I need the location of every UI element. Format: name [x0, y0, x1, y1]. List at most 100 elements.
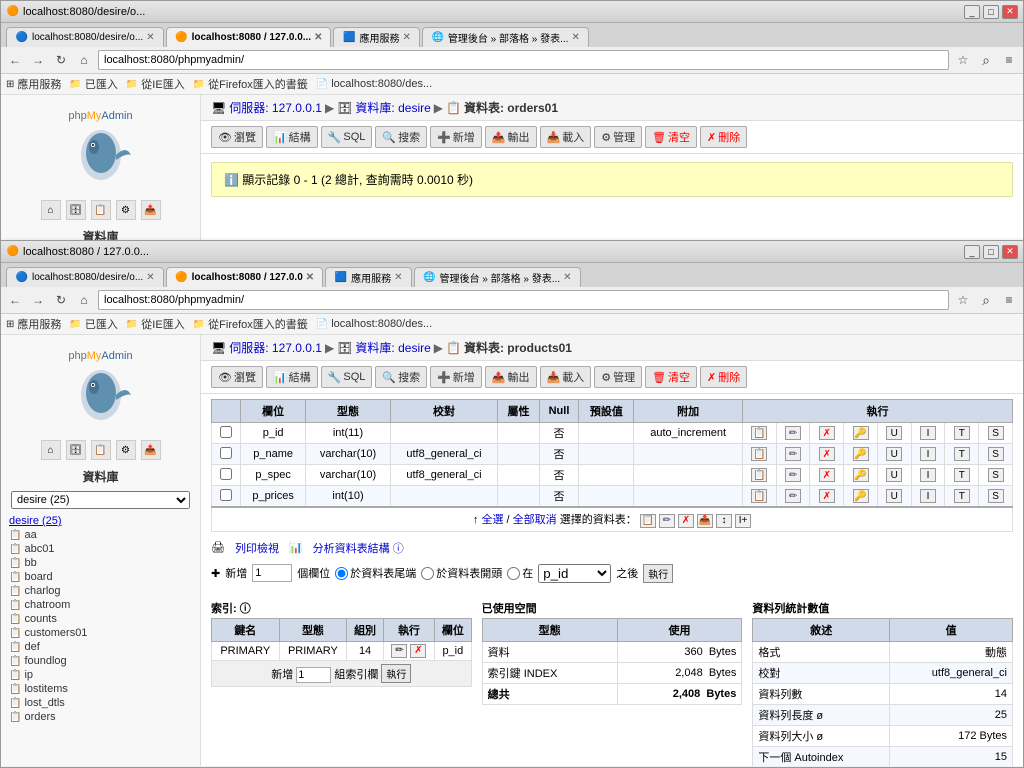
sidebar-item-chatroom[interactable]: 📋 chatroom	[6, 598, 195, 612]
action-fulltext-pspec[interactable]: T	[954, 468, 970, 482]
btn-sql-back[interactable]: 🔧SQL	[321, 126, 373, 148]
forward-btn-front[interactable]: →	[29, 291, 47, 309]
new-field-exec-btn[interactable]: 執行	[643, 564, 673, 583]
minimize-btn-back[interactable]: _	[964, 5, 980, 19]
sidebar-db-link[interactable]: desire (25)	[6, 514, 195, 528]
sidebar-item-customers01[interactable]: 📋 customers01	[6, 626, 195, 640]
row-checkbox-pspec[interactable]	[220, 468, 232, 480]
btn-empty-back[interactable]: 🗑清空	[645, 126, 697, 148]
analyze-link[interactable]: 分析資料表結構 ⓘ	[313, 540, 404, 556]
action-primary-pspec[interactable]: 🔑	[853, 468, 869, 482]
action-unique-pprices[interactable]: U	[886, 489, 902, 503]
maximize-btn-front[interactable]: □	[983, 245, 999, 259]
selected-export-btn[interactable]: 📤	[697, 514, 713, 528]
close-btn-front[interactable]: ✕	[1002, 245, 1018, 259]
bookmark-ie-front[interactable]: 📁 從IE匯入	[126, 316, 185, 332]
reload-btn[interactable]: ↻	[52, 51, 70, 69]
home-btn[interactable]: ⌂	[75, 51, 93, 69]
action-spatial-pname[interactable]: S	[988, 447, 1004, 461]
action-index-pname[interactable]: I	[920, 447, 936, 461]
btn-drop-front[interactable]: ✗刪除	[700, 366, 747, 388]
action-fulltext-pname[interactable]: T	[954, 447, 970, 461]
sidebar-item-lost-dtls[interactable]: 📋 lost_dtls	[6, 696, 195, 710]
sidebar-item-abc01[interactable]: 📋 abc01	[6, 542, 195, 556]
action-browse-pspec[interactable]: 📋	[751, 468, 767, 482]
back-btn-front[interactable]: ←	[6, 291, 24, 309]
sidebar-item-lostitems[interactable]: 📋 lostitems	[6, 682, 195, 696]
idx-delete-btn[interactable]: ✗	[410, 644, 426, 658]
reload-btn-front[interactable]: ↻	[52, 291, 70, 309]
action-spatial-pspec[interactable]: S	[988, 468, 1004, 482]
sidebar-db-btn[interactable]: 🗄	[66, 200, 86, 220]
selected-move-btn[interactable]: ↕	[716, 514, 732, 528]
close-btn-back[interactable]: ✕	[1002, 5, 1018, 19]
add-index-count[interactable]	[296, 667, 331, 683]
action-edit-pname[interactable]: ✏	[785, 447, 801, 461]
action-delete-pspec[interactable]: ✗	[819, 468, 835, 482]
btn-structure-front[interactable]: 📊結構	[266, 366, 318, 388]
sidebar-item-board[interactable]: 📋 board	[6, 570, 195, 584]
action-primary-pid[interactable]: 🔑	[853, 426, 869, 440]
tab-front-1[interactable]: 🟠 localhost:8080 / 127.0.0 ✕	[166, 267, 324, 287]
btn-drop-back[interactable]: ✗刪除	[700, 126, 747, 148]
breadcrumb-db-back[interactable]: 資料庫: desire	[355, 99, 430, 116]
action-delete-pid[interactable]: ✗	[819, 426, 835, 440]
tab-back-2[interactable]: 🟦 應用服務 ✕	[333, 27, 419, 47]
bookmark-imported[interactable]: 📁 已匯入	[69, 76, 117, 92]
deselect-all-link[interactable]: 全部取消	[513, 514, 557, 526]
zoom-btn-front[interactable]: ⌕	[977, 291, 995, 309]
action-spatial-pprices[interactable]: S	[988, 489, 1004, 503]
maximize-btn-back[interactable]: □	[983, 5, 999, 19]
selected-add-idx-btn[interactable]: I+	[735, 514, 751, 528]
bookmark-firefox-front[interactable]: 📁 從Firefox匯入的書籤	[193, 316, 308, 332]
action-browse-pprices[interactable]: 📋	[751, 489, 767, 503]
sidebar-db-btn-front[interactable]: 🗄	[66, 440, 86, 460]
sidebar-item-bb[interactable]: 📋 bb	[6, 556, 195, 570]
star-btn-back[interactable]: ☆	[954, 51, 972, 69]
back-btn[interactable]: ←	[6, 51, 24, 69]
btn-import-front[interactable]: 📥載入	[540, 366, 592, 388]
sidebar-home-btn[interactable]: ⌂	[41, 200, 61, 220]
btn-export-front[interactable]: 📤輸出	[485, 366, 537, 388]
tab-close-0[interactable]: ✕	[146, 32, 154, 43]
action-edit-pid[interactable]: ✏	[785, 426, 801, 440]
action-index-pspec[interactable]: I	[920, 468, 936, 482]
address-bar-back[interactable]	[98, 50, 949, 70]
action-spatial-pid[interactable]: S	[988, 426, 1004, 440]
btn-insert-front[interactable]: ➕新增	[430, 366, 482, 388]
bookmark-firefox[interactable]: 📁 從Firefox匯入的書籤	[193, 76, 308, 92]
row-checkbox-pid[interactable]	[220, 426, 232, 438]
bookmark-apps-front[interactable]: ⊞ 應用服務	[6, 316, 61, 332]
sidebar-sql-btn-front[interactable]: 📋	[91, 440, 111, 460]
breadcrumb-db-front[interactable]: 資料庫: desire	[355, 339, 430, 356]
btn-export-back[interactable]: 📤輸出	[485, 126, 537, 148]
zoom-btn-back[interactable]: ⌕	[977, 51, 995, 69]
tab-close-front-0[interactable]: ✕	[146, 272, 154, 283]
action-delete-pprices[interactable]: ✗	[819, 489, 835, 503]
after-field-select[interactable]: p_id p_name p_spec p_prices	[538, 564, 611, 583]
action-unique-pid[interactable]: U	[886, 426, 902, 440]
action-primary-pname[interactable]: 🔑	[853, 447, 869, 461]
tab-front-3[interactable]: 🌐 管理後台 » 部落格 » 發表... ✕	[414, 267, 581, 287]
btn-manage-front[interactable]: ⚙管理	[594, 366, 642, 388]
sidebar-export-btn[interactable]: 📤	[141, 200, 161, 220]
menu-btn-back[interactable]: ≡	[1000, 51, 1018, 69]
sidebar-home-btn-front[interactable]: ⌂	[41, 440, 61, 460]
sidebar-item-aa[interactable]: 📋 aa	[6, 528, 195, 542]
action-edit-pprices[interactable]: ✏	[785, 489, 801, 503]
tab-close-1[interactable]: ✕	[314, 32, 322, 43]
row-checkbox-pprices[interactable]	[220, 489, 232, 501]
tab-back-3[interactable]: 🌐 管理後台 » 部落格 » 發表... ✕	[422, 27, 589, 47]
idx-edit-btn[interactable]: ✏	[391, 644, 407, 658]
action-browse-pname[interactable]: 📋	[751, 447, 767, 461]
action-unique-pname[interactable]: U	[886, 447, 902, 461]
btn-import-back[interactable]: 📥載入	[540, 126, 592, 148]
action-delete-pname[interactable]: ✗	[819, 447, 835, 461]
sidebar-item-counts[interactable]: 📋 counts	[6, 612, 195, 626]
sidebar-process-btn[interactable]: ⚙	[116, 200, 136, 220]
print-view-link[interactable]: 列印檢視	[235, 540, 279, 556]
tab-close-front-3[interactable]: ✕	[563, 272, 571, 283]
btn-search-front[interactable]: 🔍搜索	[375, 366, 427, 388]
radio-at-end[interactable]	[335, 567, 348, 580]
action-fulltext-pid[interactable]: T	[954, 426, 970, 440]
